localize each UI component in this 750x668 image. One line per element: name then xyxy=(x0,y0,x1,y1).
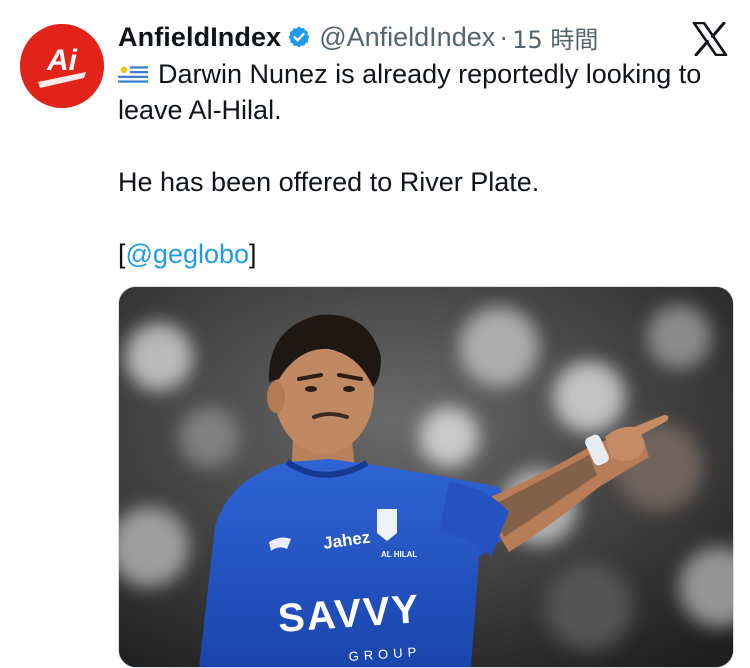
avatar[interactable]: Ai xyxy=(20,24,104,108)
verified-badge-icon xyxy=(288,26,310,48)
uruguay-flag-icon xyxy=(118,64,148,85)
svg-text:AL HILAL: AL HILAL xyxy=(381,550,417,559)
tweet-text: Darwin Nunez is already reportedly looki… xyxy=(118,56,730,272)
tweet-line-1-text: Darwin Nunez is already reportedly looki… xyxy=(118,59,702,125)
player-photo: Jahez AL HILAL SAVVY GROUP xyxy=(119,287,733,667)
tweet-line-3: [@geglobo] xyxy=(118,236,730,272)
handle[interactable]: @AnfieldIndex xyxy=(319,22,495,53)
separator-dot: · xyxy=(499,21,509,52)
display-name[interactable]: AnfieldIndex xyxy=(118,22,281,53)
bracket-open: [ xyxy=(118,239,126,269)
tweet-line-1: Darwin Nunez is already reportedly looki… xyxy=(118,56,730,128)
x-logo-icon[interactable] xyxy=(692,22,728,56)
tweet-line-2: He has been offered to River Plate. xyxy=(118,167,540,197)
mention-link[interactable]: @geglobo xyxy=(126,239,250,269)
anfieldindex-logo: Ai xyxy=(20,24,104,108)
tweet-header: AnfieldIndex @AnfieldIndex · 15 時間 xyxy=(118,20,598,54)
tweet-media-image[interactable]: Jahez AL HILAL SAVVY GROUP xyxy=(118,286,734,668)
bracket-close: ] xyxy=(249,239,257,269)
svg-text:Ai: Ai xyxy=(46,44,78,77)
timestamp[interactable]: 15 時間 xyxy=(512,20,598,55)
